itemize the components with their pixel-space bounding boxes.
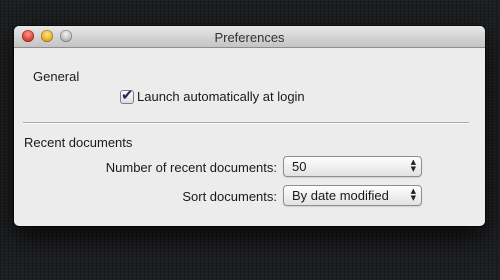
recent-count-label: Number of recent documents: xyxy=(105,160,277,175)
titlebar[interactable]: Preferences xyxy=(14,26,485,48)
popup-arrows-icon: ▲ ▼ xyxy=(411,159,416,173)
general-heading: General xyxy=(33,69,80,84)
arrow-down-icon: ▼ xyxy=(410,194,416,202)
window-title: Preferences xyxy=(214,30,285,45)
launch-at-login-row[interactable]: ✔ Launch automatically at login xyxy=(120,86,305,104)
recent-count-value: 50 xyxy=(292,159,307,174)
sort-documents-popup[interactable]: By date modified ▲ ▼ xyxy=(283,185,422,206)
preferences-content: General ✔ Launch automatically at login … xyxy=(14,48,485,226)
launch-at-login-label[interactable]: Launch automatically at login xyxy=(137,89,305,104)
recent-count-popup[interactable]: 50 ▲ ▼ xyxy=(283,156,422,177)
arrow-down-icon: ▼ xyxy=(410,165,416,173)
sort-documents-label: Sort documents: xyxy=(182,189,277,204)
popup-arrows-icon: ▲ ▼ xyxy=(411,188,416,202)
recent-documents-heading: Recent documents xyxy=(24,135,133,150)
section-separator xyxy=(23,122,469,124)
checkmark-icon: ✔ xyxy=(121,85,134,104)
launch-at-login-checkbox[interactable]: ✔ xyxy=(120,86,134,104)
sort-documents-value: By date modified xyxy=(292,188,389,203)
preferences-window: Preferences General ✔ Launch automatical… xyxy=(14,26,485,226)
